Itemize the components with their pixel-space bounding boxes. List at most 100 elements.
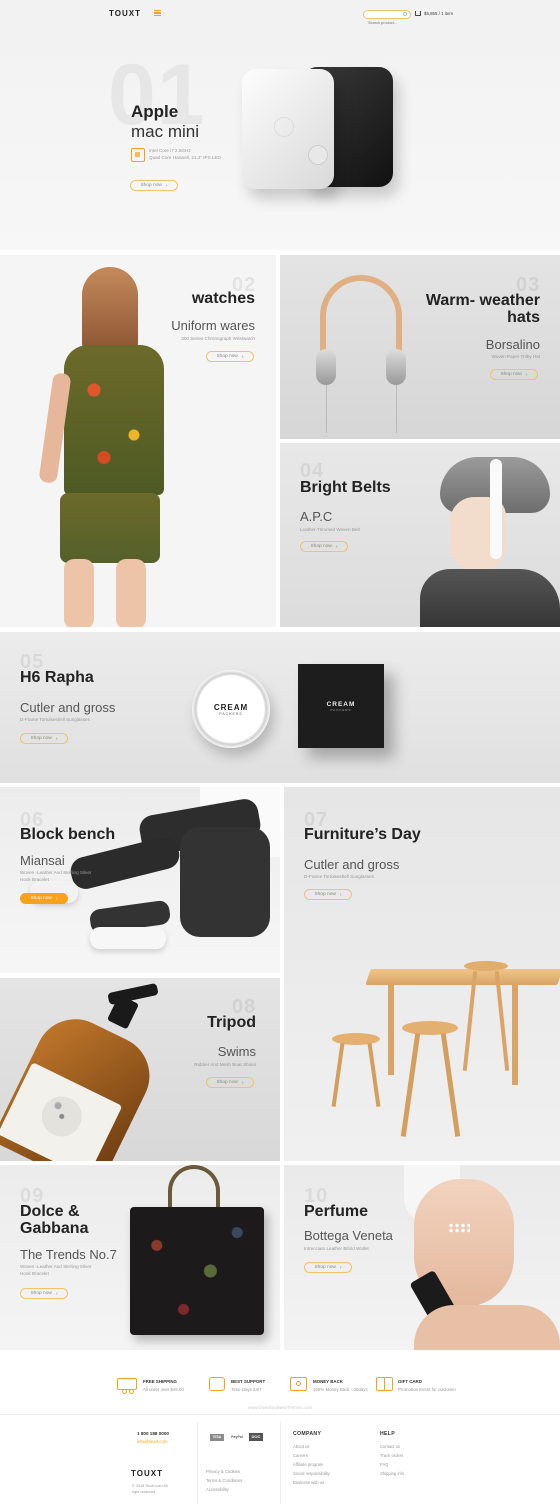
watermark: www.DownloadNewThemes.com xyxy=(247,1405,313,1410)
shop-now-button[interactable]: Shop now › xyxy=(20,733,68,744)
hero-subtitle: mac mini xyxy=(131,122,200,141)
footer-company-link[interactable]: Business with us xyxy=(293,1479,324,1487)
tile-perfume[interactable]: 10 Perfume Bottega Veneta Intrecciato Le… xyxy=(284,1165,560,1350)
tile-desc: Rubber And Mesh Boat Shoes xyxy=(194,1062,256,1067)
tote-bag-image xyxy=(130,1165,266,1350)
feature-title: GIFT CARD xyxy=(398,1379,422,1384)
tile-watches[interactable]: 02 watches Uniform wares 300 Series Chro… xyxy=(0,255,276,627)
tile-bright-belts[interactable]: 04 Bright Belts A.P.C Leather-Trimmed Wo… xyxy=(280,443,560,627)
footer-divider xyxy=(0,1414,560,1415)
tile-subtitle: Swims xyxy=(217,1044,256,1059)
payment-paypal-icon: PayPal xyxy=(231,1435,243,1439)
tile-subtitle: A.P.C xyxy=(300,509,333,524)
footer-vertical-divider xyxy=(280,1422,281,1504)
payment-doc-icon: DOC xyxy=(249,1433,263,1441)
footer-logo[interactable]: TOUXT xyxy=(131,1469,163,1478)
site-header xyxy=(0,0,560,28)
shop-now-button[interactable]: Shop now › xyxy=(490,369,538,380)
tile-desc: Woven -Leather And Sterling Silver Hook … xyxy=(20,1264,92,1276)
shop-now-button[interactable]: Shop now › xyxy=(206,1077,254,1088)
logo[interactable]: TOUXT xyxy=(109,9,141,18)
tile-title: Furniture’s Day xyxy=(304,826,421,843)
tile-title: Block bench xyxy=(20,826,116,843)
tile-subtitle: Borsalino xyxy=(485,337,540,352)
shop-now-button[interactable]: Shop now › xyxy=(304,889,352,900)
tile-subtitle: Bottega Veneta xyxy=(304,1228,393,1243)
tile-furnitures-day[interactable]: 07 Furniture’s Day Cutler and gross D-Fr… xyxy=(284,787,560,1161)
footer-phone: 1 800 188 0000 xyxy=(137,1431,169,1436)
woman-headband-image xyxy=(420,451,560,627)
mac-mini-white-image xyxy=(242,69,334,189)
shop-now-button[interactable]: Shop now › xyxy=(206,351,254,362)
tile-title: Bright Belts xyxy=(300,479,391,496)
cart-summary[interactable]: $5,865 / 1 item xyxy=(424,11,453,16)
tile-desc: Woven Paper Trilby Hat xyxy=(491,354,540,359)
hero-shop-button[interactable]: Shop now › xyxy=(130,180,178,191)
hero-spec-1: Intel Core i7 2.5GHz xyxy=(149,148,191,153)
tile-subtitle: Miansai xyxy=(20,853,65,868)
footer-help-link[interactable]: Track orders xyxy=(380,1452,403,1460)
tile-title: Warm- weather hats xyxy=(425,292,540,326)
box-label: CREAM xyxy=(326,700,356,708)
tile-desc: Leather-Trimmed Woven Belt xyxy=(300,527,360,532)
feature-title: BEST SUPPORT xyxy=(231,1379,266,1384)
gift-icon xyxy=(376,1377,393,1391)
search-box[interactable] xyxy=(363,10,411,27)
footer-legal-link[interactable]: Accessibility xyxy=(206,1486,229,1494)
feature-title: MONEY BACK xyxy=(313,1379,343,1384)
shop-now-button[interactable]: Shop now › xyxy=(300,541,348,552)
hero-spec-2: Quad Core Haswell, 21.4" IPS LED xyxy=(149,155,221,160)
tile-dolce-gabbana[interactable]: 09 Dolce & Gabbana The Trends No.7 Woven… xyxy=(0,1165,280,1350)
footer-help-link[interactable]: Contact us xyxy=(380,1443,400,1451)
support-icon xyxy=(209,1377,225,1391)
footer-help-link[interactable]: FAQ xyxy=(380,1461,388,1469)
shop-now-button[interactable]: Shop now › xyxy=(304,1262,352,1273)
footer-company-link[interactable]: Careers xyxy=(293,1452,308,1460)
tile-title: watches xyxy=(191,290,255,307)
tile-warm-weather-hats[interactable]: 03 Warm- weather hats Borsalino Woven Pa… xyxy=(280,255,560,439)
amber-bottle-image xyxy=(0,982,180,1161)
tile-subtitle: Cutler and gross xyxy=(304,857,400,872)
footer-company-heading: COMPANY xyxy=(293,1431,322,1437)
feature-desc: Promotion Event for customer xyxy=(398,1387,457,1392)
cart-icon[interactable] xyxy=(415,11,421,16)
tile-title: Dolce & Gabbana xyxy=(20,1203,89,1237)
search-input[interactable] xyxy=(364,19,400,27)
footer-help-heading: HELP xyxy=(380,1431,396,1437)
tin-label: CREAM xyxy=(213,702,249,712)
headphones-image xyxy=(314,273,408,433)
footer-legal-link[interactable]: Privacy & Cookies xyxy=(206,1468,240,1476)
search-icon[interactable] xyxy=(403,12,407,17)
footer-email[interactable]: info@touxt.com xyxy=(137,1439,168,1444)
footer-company-link[interactable]: About us xyxy=(293,1443,310,1451)
shop-now-button[interactable]: Shop now › xyxy=(20,1288,68,1299)
tile-desc: D-Frame Tortoiseshell Sunglasses xyxy=(20,717,90,722)
tile-subtitle: Cutler and gross xyxy=(20,700,116,715)
tile-title: Tripod xyxy=(207,1014,256,1031)
footer-company-link[interactable]: Social responsibility xyxy=(293,1470,330,1478)
tile-block-bench[interactable]: 06 Block bench Miansai Woven -Leather An… xyxy=(0,787,280,973)
footer-legal-link[interactable]: Terms & Conditions xyxy=(206,1477,242,1485)
hero-title: Apple xyxy=(131,102,179,121)
feature-desc: All order over $49.00 xyxy=(143,1387,184,1392)
shop-now-button[interactable]: Shop now › xyxy=(20,893,68,904)
tile-subtitle: Uniform wares xyxy=(171,318,255,333)
cream-tin-image: CREAM PACKERS xyxy=(192,670,270,748)
tile-title: Perfume xyxy=(304,1203,369,1220)
menu-icon[interactable] xyxy=(154,10,161,16)
tile-desc: 300 Series Chronograph Wristwatch xyxy=(181,336,255,341)
money-icon xyxy=(290,1377,307,1391)
tile-desc: Intrecciato Leather Bifold Wallet xyxy=(304,1246,369,1251)
payment-visa-icon: VISA xyxy=(210,1434,224,1441)
tile-h6-rapha[interactable]: CREAM PACKERS CREAM PACKERS 05 H6 Rapha … xyxy=(0,632,560,783)
footer-copyright: © 2018 Touxt.com All right reserved xyxy=(132,1484,168,1495)
tile-desc: D-Frame Tortoiseshell Sunglasses xyxy=(304,874,374,879)
truck-icon xyxy=(117,1378,137,1394)
footer-company-link[interactable]: Affiliate program xyxy=(293,1461,323,1469)
tile-tripod[interactable]: 08 Tripod Swims Rubber And Mesh Boat Sho… xyxy=(0,978,280,1161)
footer-vertical-divider xyxy=(197,1422,198,1504)
feature-desc: 100% Money Back - 30days xyxy=(313,1387,368,1392)
footer-help-link[interactable]: Shipping info xyxy=(380,1470,404,1478)
tile-desc: Woven -Leather And Sterling Silver Hook … xyxy=(20,870,92,882)
tile-title: H6 Rapha xyxy=(20,669,94,686)
